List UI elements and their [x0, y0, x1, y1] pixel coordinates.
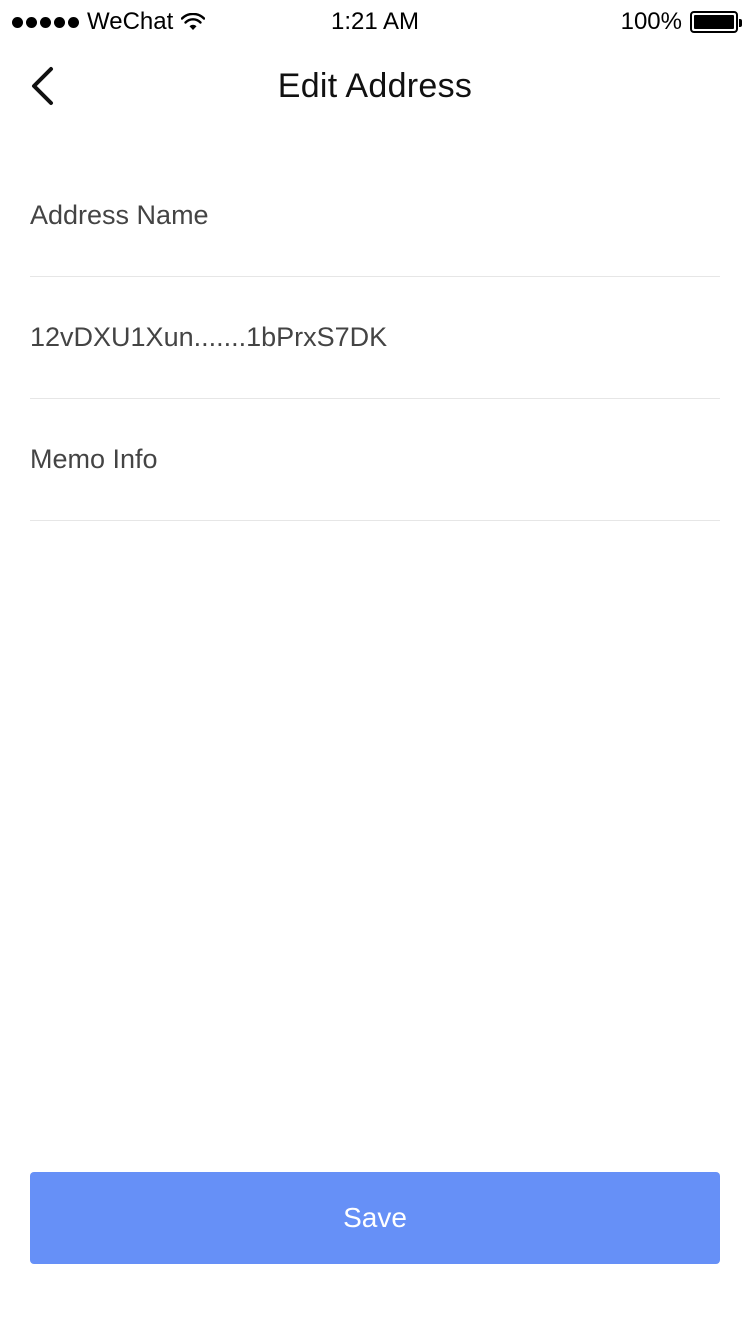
address-row: 12vDXU1Xun.......1bPrxS7DK — [30, 277, 720, 399]
memo-row — [30, 399, 720, 521]
chevron-left-icon — [32, 67, 53, 105]
status-right: 100% — [620, 8, 742, 36]
back-button[interactable] — [22, 60, 62, 112]
status-bar: WeChat 1:21 AM 100% — [0, 0, 750, 44]
status-left: WeChat — [12, 8, 206, 36]
address-name-row — [30, 155, 720, 277]
edit-address-screen: WeChat 1:21 AM 100% Edit Address 12vDXU1… — [0, 0, 750, 1334]
save-button[interactable]: Save — [30, 1172, 720, 1264]
address-value[interactable]: 12vDXU1Xun.......1bPrxS7DK — [30, 322, 387, 353]
memo-input[interactable] — [30, 444, 720, 475]
signal-strength-icon — [12, 16, 79, 28]
nav-bar: Edit Address — [0, 44, 750, 128]
wifi-icon — [181, 13, 206, 30]
page-title: Edit Address — [277, 66, 473, 105]
battery-icon — [690, 11, 742, 33]
carrier-label: WeChat — [87, 8, 174, 35]
battery-percent: 100% — [620, 8, 682, 35]
address-form: 12vDXU1Xun.......1bPrxS7DK — [30, 155, 720, 521]
address-name-input[interactable] — [30, 200, 720, 231]
